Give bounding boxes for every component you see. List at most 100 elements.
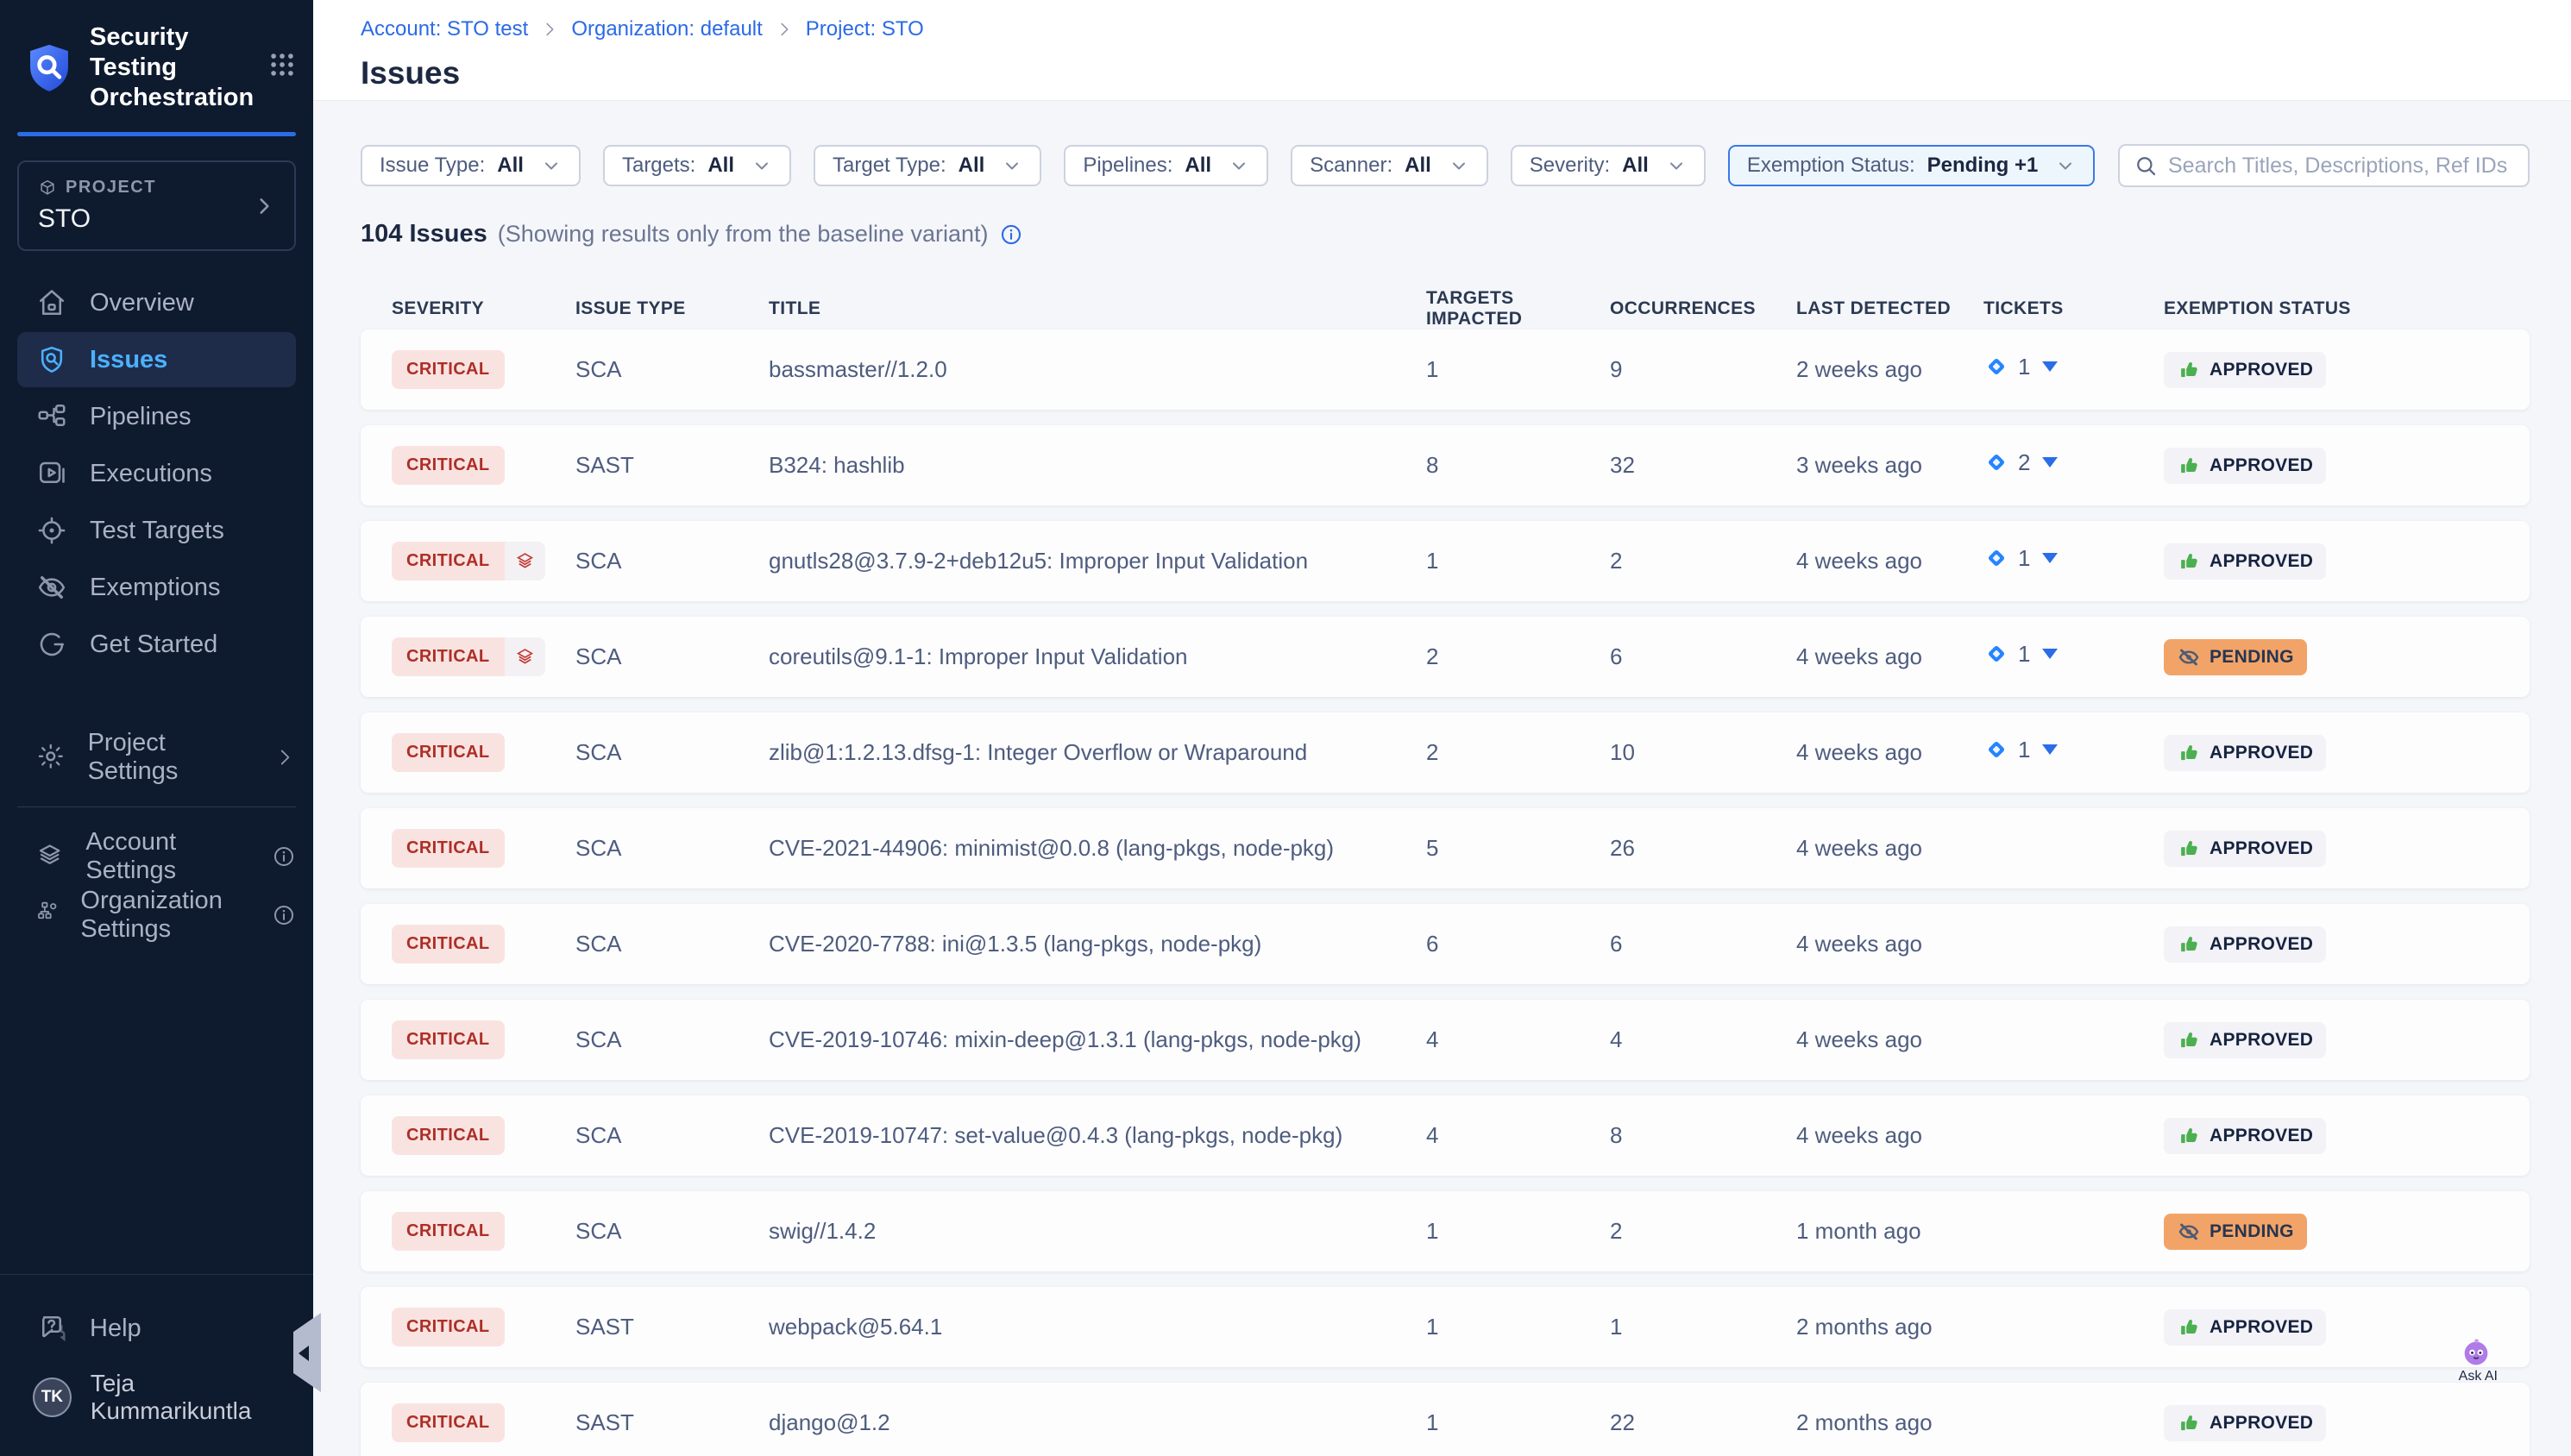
ticket-count: 1 (2018, 354, 2030, 380)
jira-icon (1983, 641, 2009, 667)
filter-target-type[interactable]: Target Type: All (814, 145, 1041, 186)
ticket-dropdown[interactable]: 1 (1983, 641, 2058, 668)
thumbs-up-icon (2177, 1124, 2201, 1148)
thumbs-up-icon (2177, 932, 2201, 957)
accent-divider (17, 132, 296, 136)
user-menu[interactable]: TK Teja Kummarikuntla (0, 1358, 313, 1430)
sidebar-item-get-started[interactable]: Get Started (0, 617, 313, 672)
targets-impacted: 1 (1426, 548, 1610, 574)
info-icon[interactable] (272, 844, 296, 869)
sidebar-item-project-settings[interactable]: Project Settings (0, 729, 313, 786)
help-button[interactable]: Help (0, 1301, 313, 1356)
sidebar-item-organization-settings[interactable]: Organization Settings (0, 887, 313, 944)
issue-row[interactable]: CRITICAL SCA zlib@1:1.2.13.dfsg-1: Integ… (361, 712, 2530, 793)
severity-badge: CRITICAL (392, 1403, 505, 1442)
search-input[interactable] (2168, 154, 2514, 179)
issue-row[interactable]: CRITICAL SCA CVE-2019-10747: set-value@0… (361, 1095, 2530, 1176)
exemption-status-badge: PENDING (2164, 1214, 2307, 1250)
sidebar-item-exemptions[interactable]: Exemptions (0, 560, 313, 615)
sidebar-item-executions[interactable]: Executions (0, 446, 313, 501)
breadcrumb-separator-icon (775, 20, 794, 39)
issue-row[interactable]: CRITICAL SCA gnutls28@3.7.9-2+deb12u5: I… (361, 521, 2530, 601)
breadcrumb-link[interactable]: Account: STO test (361, 17, 528, 41)
issue-row[interactable]: CRITICAL SCA CVE-2021-44906: minimist@0.… (361, 808, 2530, 888)
sidebar-item-account-settings[interactable]: Account Settings (0, 828, 313, 885)
issue-title: gnutls28@3.7.9-2+deb12u5: Improper Input… (769, 548, 1426, 574)
ticket-count: 1 (2018, 545, 2030, 572)
thumbs-up-icon (2177, 837, 2201, 861)
thumbs-up-icon (2177, 1315, 2201, 1340)
exemption-status-badge: PENDING (2164, 639, 2307, 675)
sidebar-item-overview[interactable]: Overview (0, 275, 313, 330)
last-detected: 4 weeks ago (1796, 548, 1983, 574)
issue-type: SCA (575, 548, 769, 574)
sidebar-divider (17, 806, 296, 807)
project-selector[interactable]: PROJECT STO (17, 160, 296, 251)
ticket-dropdown[interactable]: 1 (1983, 737, 2058, 763)
sidebar-item-pipelines[interactable]: Pipelines (0, 389, 313, 444)
jira-icon (1983, 449, 2009, 475)
info-icon[interactable] (999, 223, 1023, 247)
issue-type: SAST (575, 452, 769, 479)
issue-row[interactable]: CRITICAL SCA bassmaster//1.2.0 1 9 2 wee… (361, 329, 2530, 410)
breadcrumb-link[interactable]: Project: STO (806, 17, 924, 41)
jira-icon (1983, 545, 2009, 571)
column-header: TICKETS (1983, 298, 2164, 319)
table-header-row: SEVERITYISSUE TYPETITLETARGETS IMPACTEDO… (361, 288, 2530, 316)
page-title: Issues (361, 55, 2530, 91)
sidebar-item-test-targets[interactable]: Test Targets (0, 503, 313, 558)
filter-exemption-status[interactable]: Exemption Status: Pending +1 (1728, 145, 2095, 186)
column-header: TITLE (769, 298, 1426, 319)
thumbs-up-icon (2177, 358, 2201, 382)
search-box[interactable] (2118, 144, 2530, 187)
page-header: Account: STO test Organization: default Pr… (313, 0, 2571, 101)
breadcrumb-link[interactable]: Organization: default (571, 17, 762, 41)
exemption-status-badge: APPROVED (2164, 543, 2326, 580)
occurrences: 6 (1610, 643, 1796, 670)
ask-ai-button[interactable]: Ask AI (2456, 1332, 2500, 1387)
filter-targets[interactable]: Targets: All (603, 145, 791, 186)
ticket-dropdown[interactable]: 1 (1983, 545, 2058, 572)
issue-row[interactable]: CRITICAL SCA CVE-2019-10746: mixin-deep@… (361, 1000, 2530, 1080)
project-label: PROJECT (66, 178, 156, 198)
issue-row[interactable]: CRITICAL SCA CVE-2020-7788: ini@1.3.5 (l… (361, 904, 2530, 984)
filter-scanner[interactable]: Scanner: All (1291, 145, 1488, 186)
issue-type: SCA (575, 356, 769, 383)
sto-shield-logo (22, 41, 76, 95)
chevron-down-icon (541, 155, 562, 176)
thumbs-up-icon (2177, 1028, 2201, 1052)
breadcrumb-separator-icon (540, 20, 559, 39)
filter-severity[interactable]: Severity: All (1511, 145, 1706, 186)
issue-type: SAST (575, 1409, 769, 1436)
ticket-dropdown[interactable]: 2 (1983, 449, 2058, 476)
exemption-status-badge: APPROVED (2164, 1022, 2326, 1058)
collapse-arrow-icon (299, 1346, 309, 1361)
occurrences: 4 (1610, 1026, 1796, 1053)
occurrences: 22 (1610, 1409, 1796, 1436)
issue-row[interactable]: CRITICAL SAST B324: hashlib 8 32 3 weeks… (361, 425, 2530, 505)
issue-type: SCA (575, 1122, 769, 1149)
issue-row[interactable]: CRITICAL SAST django@1.2 1 22 2 months a… (361, 1383, 2530, 1456)
issue-title: swig//1.4.2 (769, 1218, 1426, 1245)
module-grid-icon[interactable] (267, 50, 297, 79)
issue-title: django@1.2 (769, 1409, 1426, 1436)
executions-play-icon (36, 458, 67, 489)
chevron-down-icon (1449, 155, 1469, 176)
filter-issue-type[interactable]: Issue Type: All (361, 145, 581, 186)
issue-row[interactable]: CRITICAL SCA swig//1.4.2 1 2 1 month ago… (361, 1191, 2530, 1271)
issue-row[interactable]: CRITICAL SCA coreutils@9.1-1: Improper I… (361, 617, 2530, 697)
sidebar-item-issues[interactable]: Issues (17, 332, 296, 387)
targets-impacted: 4 (1426, 1122, 1610, 1149)
ticket-dropdown[interactable]: 1 (1983, 354, 2058, 380)
jira-icon (1983, 354, 2009, 380)
issue-type: SAST (575, 1314, 769, 1340)
info-icon[interactable] (272, 903, 296, 927)
ticket-caret-icon (2042, 361, 2058, 372)
issue-row[interactable]: CRITICAL SAST webpack@5.64.1 1 1 2 month… (361, 1287, 2530, 1367)
org-tree-icon (36, 900, 58, 931)
severity-badge: CRITICAL (392, 1212, 505, 1251)
severity-badge: CRITICAL (392, 829, 505, 868)
severity-badge: CRITICAL (392, 637, 545, 676)
filter-pipelines[interactable]: Pipelines: All (1064, 145, 1268, 186)
last-detected: 4 weeks ago (1796, 931, 1983, 957)
